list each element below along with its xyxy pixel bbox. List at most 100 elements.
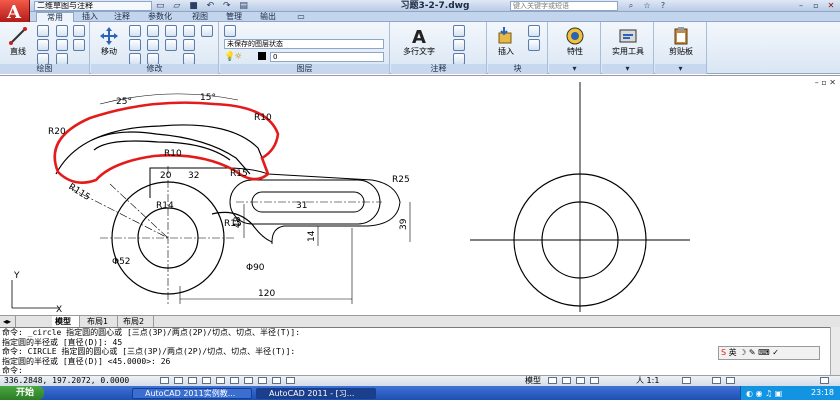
command-scrollbar[interactable] (830, 327, 840, 375)
properties-button[interactable]: 特性 (551, 26, 599, 57)
properties-panel-title[interactable]: ▾ (549, 64, 600, 74)
ortho-icon[interactable] (188, 377, 197, 384)
layer-state-select[interactable]: 未保存的图层状态 (224, 39, 384, 49)
save-icon[interactable]: ■ (189, 1, 201, 11)
dimension-icon[interactable] (453, 25, 465, 37)
mirror-icon[interactable] (129, 39, 141, 51)
dyn-icon[interactable] (258, 377, 267, 384)
gradient-icon[interactable] (73, 25, 85, 37)
rectangle-icon[interactable] (56, 25, 68, 37)
command-window[interactable]: 命令: _circle 指定圆的圆心或 [三点(3P)/两点(2P)/切点、切点… (0, 327, 840, 375)
copy-icon[interactable] (165, 25, 177, 37)
trim-icon[interactable] (147, 25, 159, 37)
tab-layout1[interactable]: 布局1 (84, 316, 118, 327)
layer-properties-icon[interactable] (224, 25, 236, 37)
clipboard-button[interactable]: 剪贴板 (657, 26, 705, 57)
model-space-toggle[interactable]: 模型 (525, 375, 541, 386)
pan-icon[interactable] (576, 377, 585, 384)
draw-panel-title[interactable]: 绘图 (0, 64, 89, 74)
dim-r14: R14 (156, 201, 174, 211)
utilities-panel-title[interactable]: ▾ (602, 64, 653, 74)
polar-icon[interactable] (202, 377, 211, 384)
lineweight-icon[interactable] (272, 377, 281, 384)
workspace-selector[interactable]: 二维草图与注释 (34, 1, 152, 11)
osnap-icon[interactable] (216, 377, 225, 384)
block-panel-title[interactable]: 块 (488, 64, 547, 74)
quick-view-icon[interactable] (562, 377, 571, 384)
tab-parametric[interactable]: 参数化 (140, 12, 180, 22)
fillet-icon[interactable] (147, 39, 159, 51)
create-block-icon[interactable] (528, 25, 540, 37)
isolate-icon[interactable] (726, 377, 735, 384)
new-icon[interactable]: ▭ (156, 1, 168, 11)
tab-annotate[interactable]: 注释 (108, 12, 136, 22)
zoom-icon[interactable] (590, 377, 599, 384)
maximize-icon[interactable]: ▫ (809, 1, 823, 11)
tab-model[interactable]: 模型 (52, 316, 80, 327)
start-button[interactable]: 开始 (0, 386, 44, 400)
hatch-icon[interactable] (56, 39, 68, 51)
array-icon[interactable] (165, 39, 177, 51)
undo-icon[interactable]: ↶ (207, 1, 218, 11)
annotation-panel-title[interactable]: 注释 (391, 64, 486, 74)
tab-insert[interactable]: 插入 (76, 12, 104, 22)
otrack-icon[interactable] (230, 377, 239, 384)
move-button[interactable]: 移动 (94, 26, 124, 57)
open-icon[interactable]: ▱ (173, 1, 183, 11)
utilities-button[interactable]: 实用工具 (604, 26, 652, 57)
layout-view-icon[interactable] (548, 377, 557, 384)
dim-phi90: Φ90 (246, 263, 265, 273)
leader-icon[interactable] (453, 39, 465, 51)
tab-layout2[interactable]: 布局2 (120, 316, 154, 327)
search-icon[interactable]: ⌕ (624, 1, 638, 11)
quick-access-toolbar[interactable]: ▭ ▱ ■ ↶ ↷ ▤ (156, 0, 356, 12)
insert-block-button[interactable]: 插入 (490, 26, 522, 57)
mtext-button[interactable]: A 多行文字 (395, 26, 443, 57)
ime-toolbar[interactable]: S 英 ☽ ✎ ⌨ ✓ (718, 346, 820, 360)
minimize-icon[interactable]: – (794, 1, 808, 11)
explode-icon[interactable] (183, 39, 195, 51)
ime-mode[interactable]: 英 (729, 348, 737, 357)
task-acad-drawing[interactable]: AutoCAD 2011 - [习... (256, 388, 376, 399)
search-input[interactable]: 键入关键字或短语 (510, 1, 618, 11)
plot-icon[interactable]: ▤ (239, 1, 251, 11)
close-icon[interactable]: ✕ (824, 1, 838, 11)
current-layer-select[interactable]: 0 (270, 52, 384, 62)
ribbon-minimize-icon[interactable]: ▭ (292, 12, 310, 22)
tab-manage[interactable]: 管理 (220, 12, 248, 22)
line-button[interactable]: 直线 (3, 26, 33, 57)
help-icon[interactable]: ? (656, 1, 670, 11)
tab-output[interactable]: 输出 (254, 12, 282, 22)
viewport-controls[interactable]: – ▫ ✕ (815, 78, 836, 87)
ducs-icon[interactable] (244, 377, 253, 384)
edit-polyline-icon[interactable] (201, 25, 213, 37)
quick-props-icon[interactable] (286, 377, 295, 384)
drawing-canvas[interactable]: 25° 15° R10 R20 R10 R115 20 32 R15 R25 R… (0, 75, 840, 315)
tray-icons[interactable]: ◐ ◉ ♫ ▣ (746, 389, 782, 398)
task-acad-tutorial[interactable]: AutoCAD 2011实例教... (132, 388, 252, 399)
layers-panel-title[interactable]: 图层 (220, 64, 389, 74)
autocad-logo-icon: A (7, 2, 21, 23)
lock-icon[interactable] (712, 377, 721, 384)
polyline-icon[interactable] (37, 25, 49, 37)
circle-icon[interactable] (37, 39, 49, 51)
coordinate-readout[interactable]: 336.2848, 197.2072, 0.0000 (4, 375, 129, 386)
boundary-icon[interactable] (73, 39, 85, 51)
erase-icon[interactable] (183, 25, 195, 37)
grid-icon[interactable] (174, 377, 183, 384)
snap-icon[interactable] (160, 377, 169, 384)
tab-home[interactable]: 常用 (36, 12, 74, 22)
rotate-icon[interactable] (129, 25, 141, 37)
tab-view[interactable]: 视图 (186, 12, 214, 22)
clean-screen-icon[interactable] (820, 377, 829, 384)
redo-icon[interactable]: ↷ (223, 1, 234, 11)
communication-icon[interactable]: ☆ (640, 1, 654, 11)
sun-icon[interactable]: ☼ (234, 52, 242, 62)
workspace-switch-icon[interactable] (682, 377, 691, 384)
tab-nav-icon[interactable]: ◂▸ (0, 316, 16, 327)
clipboard-panel-title[interactable]: ▾ (655, 64, 706, 74)
modify-panel-title[interactable]: 修改 (91, 64, 218, 74)
edit-block-icon[interactable] (528, 39, 540, 51)
annotation-scale[interactable]: 人 1:1 (636, 375, 659, 386)
ime-tools-icon[interactable]: ☽ ✎ ⌨ ✓ (739, 348, 779, 357)
